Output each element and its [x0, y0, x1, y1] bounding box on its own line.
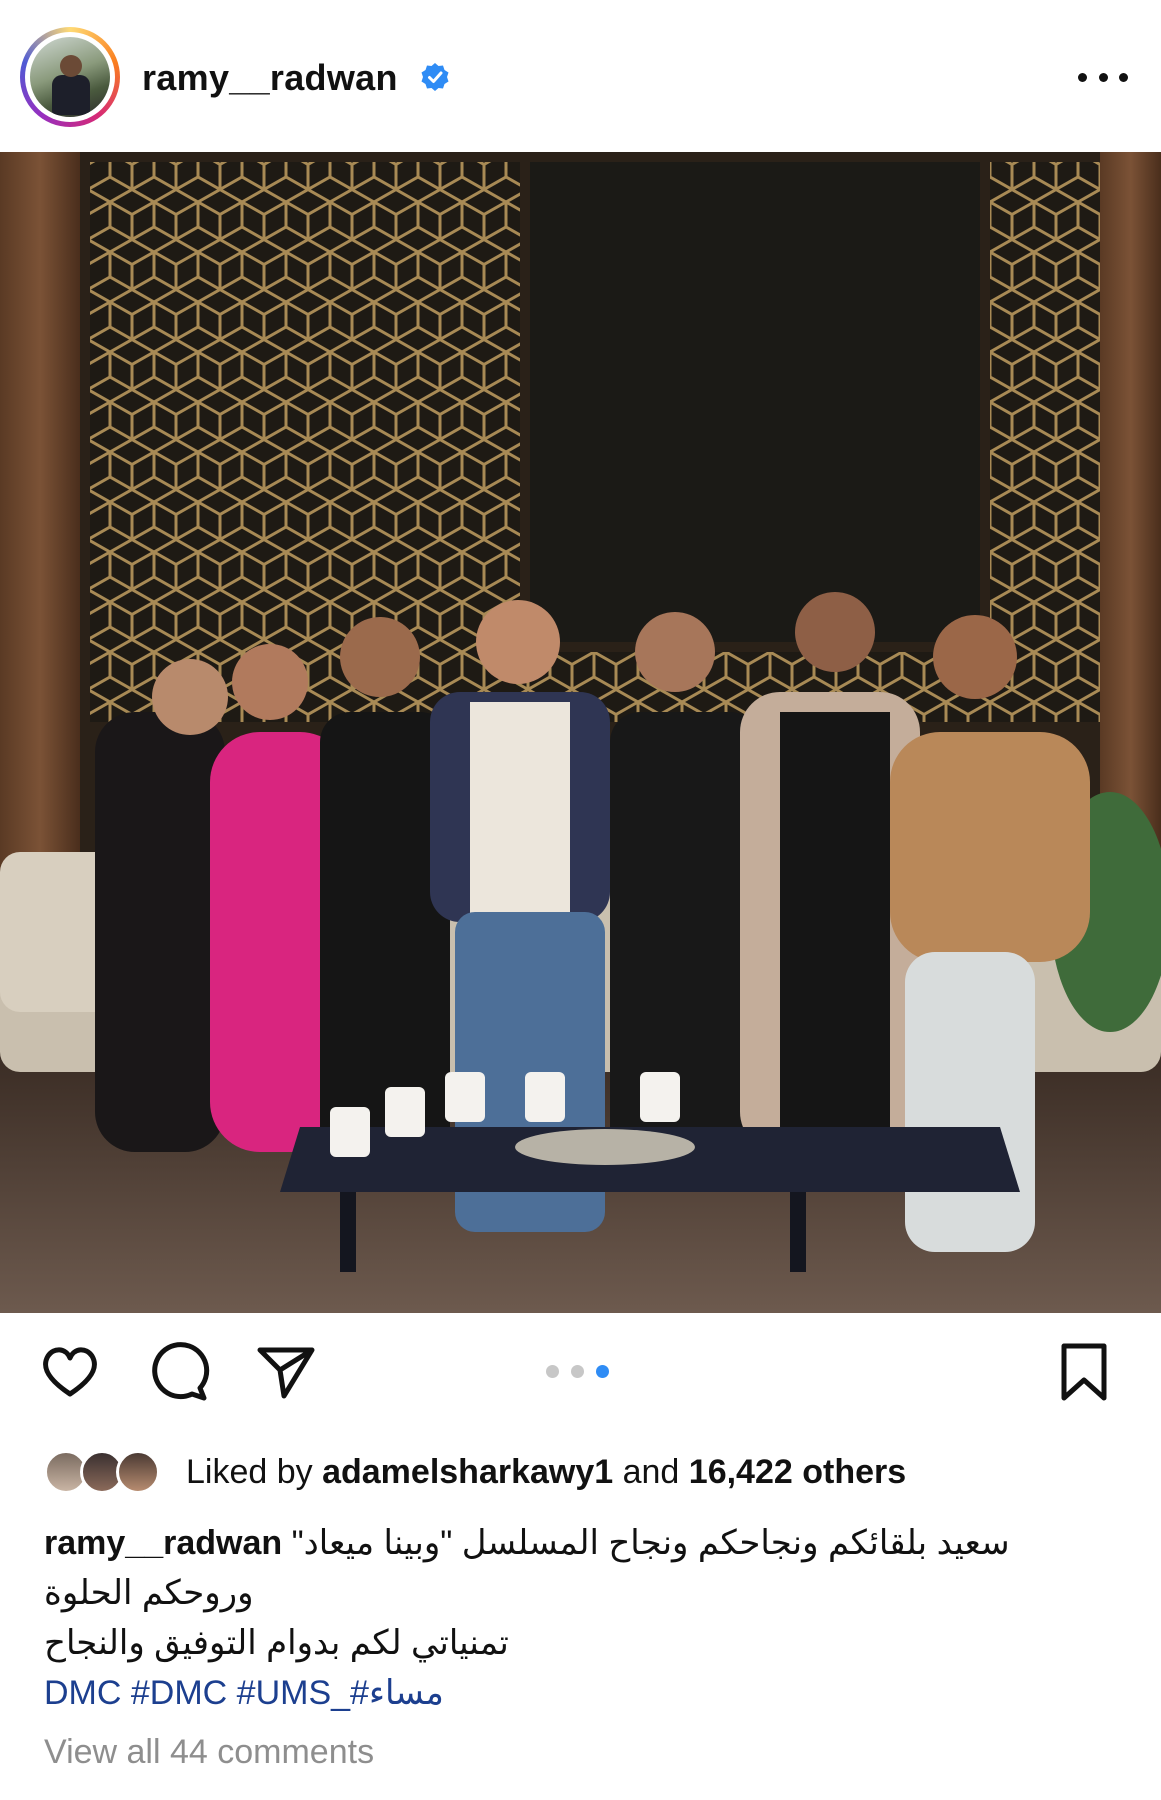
caption-line-1: ramy__radwan سعيد بلقائكم ونجاحكم ونجاح …	[44, 1518, 1124, 1568]
verified-badge-icon	[421, 63, 449, 91]
carousel-dot-active	[596, 1365, 609, 1378]
post-header: ramy__radwan	[0, 0, 1161, 152]
caption-text-1: سعيد بلقائكم ونجاحكم ونجاح المسلسل "وبين…	[291, 1524, 1010, 1562]
post-caption: ramy__radwan سعيد بلقائكم ونجاحكم ونجاح …	[44, 1518, 1124, 1718]
comment-bubble-icon[interactable]	[146, 1340, 210, 1404]
liker-avatars[interactable]	[44, 1447, 174, 1497]
carousel-dot	[571, 1365, 584, 1378]
paper-plane-icon[interactable]	[254, 1340, 318, 1404]
bookmark-icon[interactable]	[1052, 1340, 1116, 1404]
post-photo[interactable]	[0, 152, 1161, 1313]
liker-avatar	[116, 1450, 160, 1494]
likes-middle: and	[613, 1452, 689, 1491]
more-horizontal-icon[interactable]	[1078, 64, 1128, 90]
likes-text: Liked by adamelsharkawy1 and 16,422 othe…	[186, 1453, 906, 1492]
caption-hashtags[interactable]: DMC #DMC #UMS_#مساء	[44, 1668, 1124, 1718]
likes-prefix: Liked by	[186, 1452, 323, 1491]
caption-text-2: وروحكم الحلوة	[44, 1574, 254, 1612]
heart-icon[interactable]	[38, 1340, 102, 1404]
likes-row: Liked by adamelsharkawy1 and 16,422 othe…	[44, 1444, 906, 1500]
post-username[interactable]: ramy__radwan	[142, 57, 398, 99]
carousel-dot	[546, 1365, 559, 1378]
profile-avatar[interactable]	[20, 27, 120, 127]
likes-user-link[interactable]: adamelsharkawy1	[322, 1453, 613, 1491]
caption-username[interactable]: ramy__radwan	[44, 1524, 282, 1562]
carousel-indicator	[546, 1365, 609, 1378]
likes-others-link[interactable]: 16,422 others	[689, 1453, 906, 1491]
view-all-comments-link[interactable]: View all 44 comments	[44, 1733, 374, 1772]
caption-text-3: تمنياتي لكم بدوام التوفيق والنجاح	[44, 1624, 509, 1662]
